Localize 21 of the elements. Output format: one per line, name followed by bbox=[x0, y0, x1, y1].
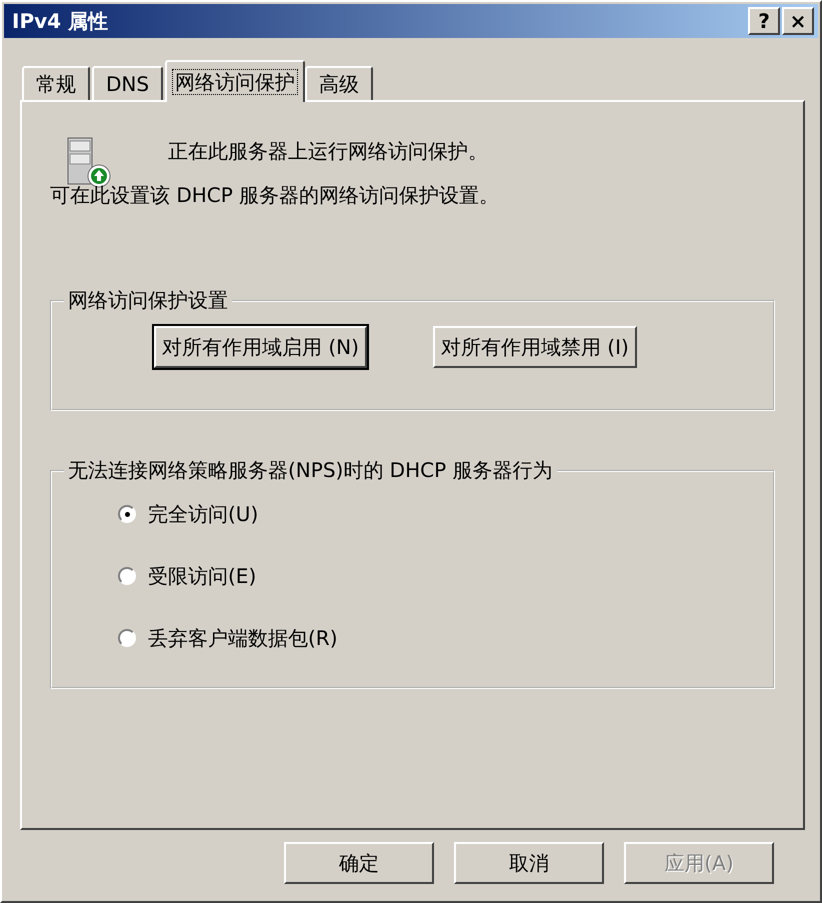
tab[interactable]: 常规 bbox=[22, 66, 90, 100]
dialog-button[interactable]: 取消 bbox=[454, 842, 604, 884]
close-button[interactable]: × bbox=[782, 7, 814, 35]
radio-label[interactable]: 丢弃客户端数据包(R) bbox=[148, 624, 338, 652]
status-text: 正在此服务器上运行网络访问保护。 bbox=[168, 138, 488, 165]
radio-button[interactable] bbox=[118, 505, 136, 523]
group-title: 无法连接网络策略服务器(NPS)时的 DHCP 服务器行为 bbox=[67, 457, 554, 484]
radio-label[interactable]: 完全访问(U) bbox=[148, 500, 258, 528]
radio-button[interactable] bbox=[118, 567, 136, 585]
tab[interactable]: 网络访问保护 bbox=[165, 60, 306, 102]
description-text: 可在此设置该 DHCP 服务器的网络访问保护设置。 bbox=[50, 182, 500, 209]
group-title: 网络访问保护设置 bbox=[67, 287, 229, 314]
radio-button[interactable] bbox=[118, 629, 136, 647]
radio-label[interactable]: 受限访问(E) bbox=[148, 562, 256, 590]
help-button[interactable]: ? bbox=[748, 7, 780, 35]
window-title: IPv4 属性 bbox=[12, 8, 108, 34]
tab[interactable]: 高级 bbox=[305, 66, 374, 100]
scope-button[interactable]: 对所有作用域禁用 (I) bbox=[432, 326, 637, 368]
tab[interactable]: DNS bbox=[92, 66, 164, 100]
dialog-button[interactable]: 确定 bbox=[284, 842, 434, 884]
scope-button[interactable]: 对所有作用域启用 (N) bbox=[154, 326, 367, 368]
